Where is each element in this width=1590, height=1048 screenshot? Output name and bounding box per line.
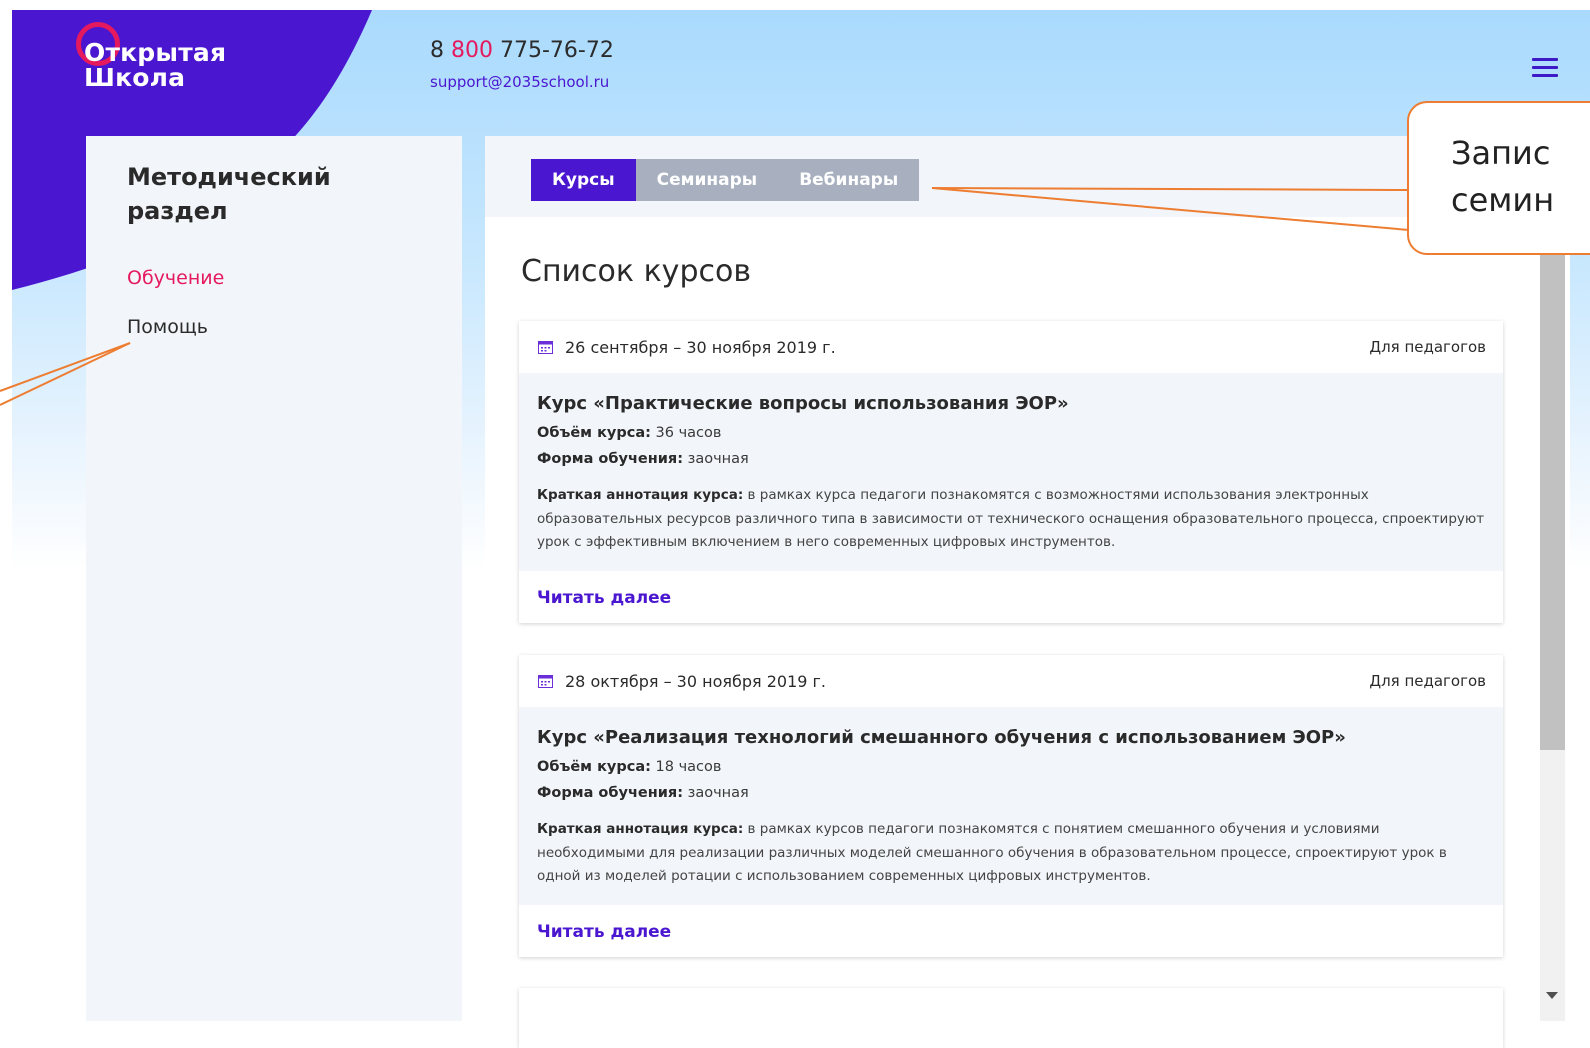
course-form-label: Форма обучения: (537, 451, 684, 467)
phone-number[interactable]: 8 800 775-76-72 (430, 38, 614, 63)
course-abstract-label: Краткая аннотация курса: (537, 821, 744, 837)
tabs: Курсы Семинары Вебинары (531, 159, 920, 201)
course-volume-label: Объём курса: (537, 425, 651, 441)
calendar-icon (538, 341, 553, 354)
scrollbar-thumb[interactable] (1540, 255, 1565, 750)
course-card: 28 октября – 30 ноября 2019 г. Для педаг… (519, 655, 1503, 957)
course-date: 28 октября – 30 ноября 2019 г. (565, 672, 827, 691)
course-form-label: Форма обучения: (537, 785, 684, 801)
course-card: 26 сентября – 30 ноября 2019 г. Для педа… (519, 321, 1503, 623)
sidebar-title: Методический раздел (127, 163, 331, 225)
support-email-link[interactable]: support@2035school.ru (430, 73, 609, 91)
tab-courses[interactable]: Курсы (531, 159, 636, 201)
sidebar-item-help[interactable]: Помощь (127, 316, 208, 338)
course-volume-value: 18 часов (650, 759, 722, 775)
course-form-value: заочная (683, 451, 749, 467)
course-volume-label: Объём курса: (537, 759, 651, 775)
logo-line-1: Открытая (84, 38, 227, 67)
course-audience: Для педагогов (1369, 672, 1486, 690)
read-more-link[interactable]: Читать далее (519, 571, 1503, 623)
card-header: 28 октября – 30 ноября 2019 г. Для педаг… (519, 655, 1503, 707)
course-date: 26 сентября – 30 ноября 2019 г. (565, 338, 836, 357)
course-title: Курс «Реализация технологий смешанного о… (537, 727, 1346, 748)
card-header: 26 сентября – 30 ноября 2019 г. Для педа… (519, 321, 1503, 373)
course-volume-value: 36 часов (650, 425, 722, 441)
phone-prefix: 8 (430, 38, 451, 63)
card-body: Курс «Практические вопросы использования… (519, 373, 1503, 571)
hamburger-line (1532, 66, 1558, 69)
main-panel: Курсы Семинары Вебинары Список курсов 26… (485, 136, 1570, 1048)
hamburger-line (1532, 74, 1558, 77)
callout-line-2: семин (1451, 181, 1555, 219)
phone-rest: 775-76-72 (493, 38, 614, 63)
sidebar-item-education[interactable]: Обучение (127, 267, 224, 289)
tab-webinars[interactable]: Вебинары (778, 159, 920, 201)
course-form: Форма обучения: заочная (537, 446, 1485, 472)
course-volume: Объём курса: 18 часов (537, 754, 1485, 780)
callout-line-1: Запис (1451, 134, 1551, 172)
course-abstract: Краткая аннотация курса: в рамках курса … (537, 484, 1485, 555)
logo[interactable]: Открытая Школа (72, 20, 282, 110)
annotation-callout-text: Запис семин (1451, 130, 1554, 224)
course-abstract: Краткая аннотация курса: в рамках курсов… (537, 818, 1485, 889)
course-card (519, 988, 1503, 1048)
tab-seminars[interactable]: Семинары (635, 159, 779, 201)
course-form-value: заочная (683, 785, 749, 801)
page-title: Список курсов (521, 254, 752, 289)
course-form: Форма обучения: заочная (537, 780, 1485, 806)
course-title: Курс «Практические вопросы использования… (537, 393, 1069, 414)
logo-line-2: Школа (84, 63, 186, 92)
card-body: Курс «Реализация технологий смешанного о… (519, 707, 1503, 905)
hamburger-menu-icon[interactable] (1532, 58, 1558, 78)
read-more-link[interactable]: Читать далее (519, 905, 1503, 957)
sidebar: Методический раздел Обучение Помощь (86, 136, 462, 1021)
course-volume: Объём курса: 36 часов (537, 420, 1485, 446)
logo-text: Открытая Школа (84, 40, 226, 90)
phone-highlight: 800 (451, 38, 493, 63)
hamburger-line (1532, 58, 1558, 61)
scroll-down-arrow-icon[interactable] (1546, 992, 1558, 999)
course-abstract-label: Краткая аннотация курса: (537, 487, 744, 503)
course-audience: Для педагогов (1369, 338, 1486, 356)
calendar-icon (538, 675, 553, 688)
